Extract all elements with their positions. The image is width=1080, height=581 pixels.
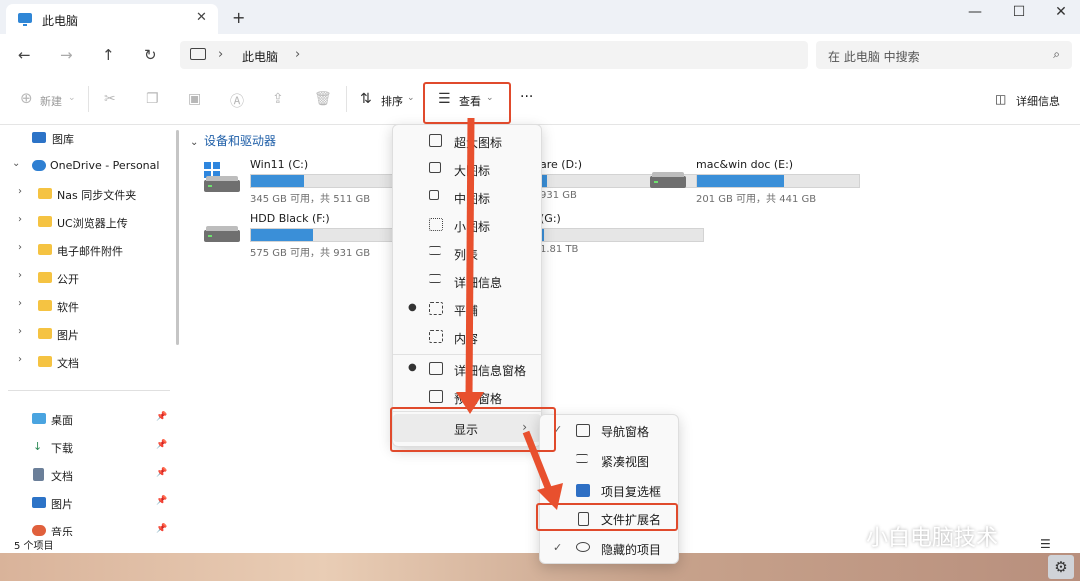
- watermark-text: 小白电脑技术: [866, 526, 999, 551]
- watermark-logo: [838, 522, 862, 546]
- settings-gear-icon[interactable]: ⚙: [1048, 555, 1074, 579]
- list-view-icon[interactable]: ☰: [1040, 537, 1051, 551]
- annotation-arrows: [456, 117, 563, 510]
